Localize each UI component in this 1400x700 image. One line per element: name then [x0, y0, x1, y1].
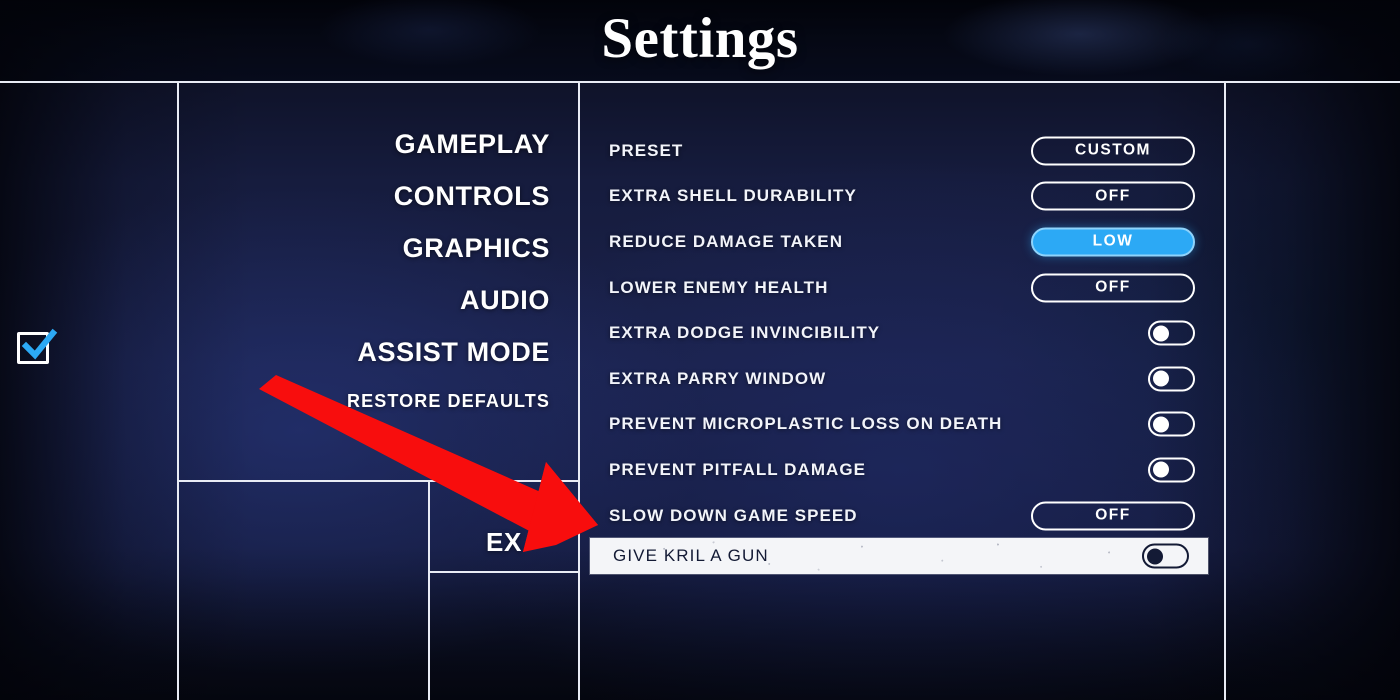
extra-dodge-invincibility-toggle[interactable]: [1148, 320, 1195, 346]
row-label: EXTRA DODGE INVINCIBILITY: [609, 323, 881, 343]
toggle-knob: [1152, 461, 1169, 478]
settings-row-give-kril-a-gun[interactable]: GIVE KRIL A GUN: [590, 538, 1208, 575]
settings-row-preset[interactable]: PRESET CUSTOM: [586, 128, 1214, 174]
divider-lower-left: [178, 480, 578, 482]
row-label: EXTRA PARRY WINDOW: [609, 368, 827, 388]
row-control[interactable]: OFF: [1031, 181, 1195, 211]
row-label: SLOW DOWN GAME SPEED: [609, 505, 858, 525]
toggle-knob: [1152, 325, 1169, 342]
divider-center: [578, 83, 580, 700]
row-label: PREVENT MICROPLASTIC LOSS ON DEATH: [609, 414, 1003, 434]
settings-screen: Settings GAMEPLAY CONTROLS GRAPHICS AUDI…: [0, 0, 1400, 700]
bottom-panel-label[interactable]: EX: [430, 513, 578, 571]
sidebar-item-audio[interactable]: AUDIO: [460, 274, 558, 326]
row-label: PREVENT PITFALL DAMAGE: [609, 459, 867, 479]
row-control[interactable]: [1148, 320, 1195, 346]
title-bar: Settings: [0, 0, 1400, 82]
settings-row-prevent-microplastic-loss-on-death[interactable]: PREVENT MICROPLASTIC LOSS ON DEATH: [586, 402, 1214, 448]
extra-shell-durability-pill[interactable]: OFF: [1031, 181, 1195, 211]
toggle-knob: [1152, 416, 1169, 433]
row-control[interactable]: OFF: [1031, 273, 1195, 303]
row-control[interactable]: [1148, 366, 1195, 392]
toggle-knob: [1152, 370, 1169, 387]
extra-parry-window-toggle[interactable]: [1148, 366, 1195, 392]
checkmark-icon: [21, 328, 58, 360]
slow-down-game-speed-pill[interactable]: OFF: [1031, 501, 1195, 531]
page-title: Settings: [601, 6, 799, 70]
prevent-microplastic-loss-toggle[interactable]: [1148, 411, 1195, 437]
row-label: EXTRA SHELL DURABILITY: [609, 186, 857, 206]
row-control[interactable]: [1148, 411, 1195, 437]
row-control[interactable]: [1148, 457, 1195, 483]
prevent-pitfall-damage-toggle[interactable]: [1148, 457, 1195, 483]
divider-right: [1224, 83, 1226, 700]
sidebar-item-restore-defaults[interactable]: RESTORE DEFAULTS: [347, 378, 558, 424]
row-control[interactable]: CUSTOM: [1031, 136, 1195, 166]
preset-pill[interactable]: CUSTOM: [1031, 136, 1195, 166]
toggle-knob: [1146, 548, 1163, 565]
settings-row-prevent-pitfall-damage[interactable]: PREVENT PITFALL DAMAGE: [586, 447, 1214, 493]
settings-row-extra-dodge-invincibility[interactable]: EXTRA DODGE INVINCIBILITY: [586, 310, 1214, 356]
assist-mode-checkbox[interactable]: [17, 328, 58, 364]
divider-left: [177, 83, 179, 700]
row-label: GIVE KRIL A GUN: [613, 546, 769, 566]
settings-row-lower-enemy-health[interactable]: LOWER ENEMY HEALTH OFF: [586, 265, 1214, 311]
settings-row-extra-shell-durability[interactable]: EXTRA SHELL DURABILITY OFF: [586, 174, 1214, 220]
row-control[interactable]: LOW: [1031, 227, 1195, 257]
row-label: LOWER ENEMY HEALTH: [609, 277, 829, 297]
divider-header: [0, 81, 1400, 83]
divider-lower-left-2: [429, 571, 579, 573]
settings-row-extra-parry-window[interactable]: EXTRA PARRY WINDOW: [586, 356, 1214, 402]
settings-row-slow-down-game-speed[interactable]: SLOW DOWN GAME SPEED OFF: [586, 493, 1214, 539]
settings-row-reduce-damage-taken[interactable]: REDUCE DAMAGE TAKEN LOW: [586, 219, 1214, 265]
sidebar-item-gameplay[interactable]: GAMEPLAY: [395, 118, 558, 170]
row-control[interactable]: [1142, 543, 1189, 569]
sidebar-item-controls[interactable]: CONTROLS: [394, 170, 558, 222]
row-label: REDUCE DAMAGE TAKEN: [609, 231, 844, 251]
give-kril-a-gun-toggle[interactable]: [1142, 543, 1189, 569]
row-label: PRESET: [609, 140, 684, 160]
sidebar-nav: GAMEPLAY CONTROLS GRAPHICS AUDIO ASSIST …: [190, 118, 558, 424]
sidebar-item-assist-mode[interactable]: ASSIST MODE: [357, 326, 558, 378]
lower-enemy-health-pill[interactable]: OFF: [1031, 273, 1195, 303]
settings-list: PRESET CUSTOM EXTRA SHELL DURABILITY OFF…: [586, 128, 1214, 575]
sidebar-item-graphics[interactable]: GRAPHICS: [403, 222, 558, 274]
reduce-damage-taken-pill[interactable]: LOW: [1031, 227, 1195, 257]
row-control[interactable]: OFF: [1031, 501, 1195, 531]
